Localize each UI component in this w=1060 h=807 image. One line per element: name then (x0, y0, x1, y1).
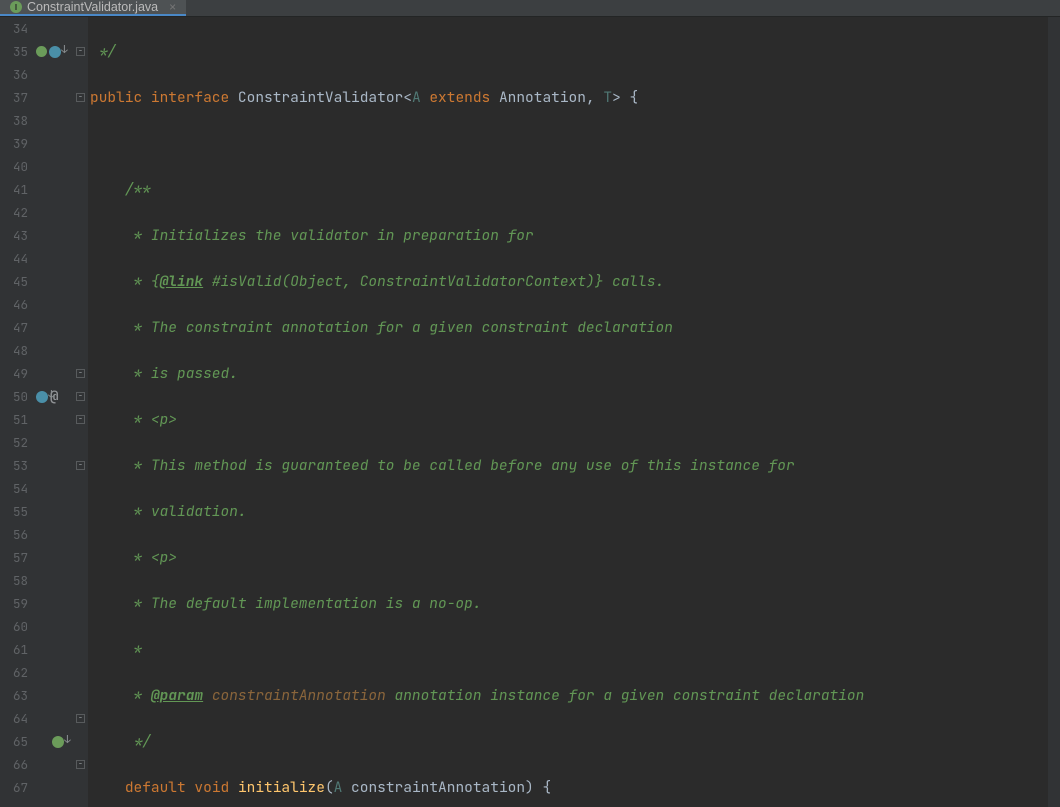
has-implementations-icon (49, 46, 61, 58)
close-icon[interactable]: × (169, 0, 176, 14)
fold-handle[interactable]: − (76, 760, 85, 769)
override-icon (36, 391, 48, 403)
line-number-gutter: 3435363738394041424344454647484950515253… (0, 17, 34, 807)
fold-handle[interactable]: − (76, 47, 85, 56)
fold-handle[interactable]: − (76, 415, 85, 424)
vertical-scrollbar[interactable] (1048, 17, 1060, 807)
implemented-icon (52, 736, 64, 748)
interface-icon (36, 46, 47, 57)
gutter-marks: @ (34, 17, 74, 807)
fold-gutter: − − − − − − − − (74, 17, 88, 807)
ide-root: I ConstraintValidator.java × 34353637383… (0, 0, 1060, 807)
tab-filename: ConstraintValidator.java (27, 0, 158, 14)
code-content[interactable]: */ public interface ConstraintValidator<… (88, 17, 1048, 807)
editor-area: 3435363738394041424344454647484950515253… (0, 17, 1060, 807)
fold-handle[interactable]: − (76, 392, 85, 401)
fold-handle[interactable]: − (76, 369, 85, 378)
fold-handle[interactable]: − (76, 714, 85, 723)
file-tab[interactable]: I ConstraintValidator.java × (0, 0, 186, 16)
fold-handle[interactable]: − (76, 93, 85, 102)
tab-bar: I ConstraintValidator.java × (0, 0, 1060, 17)
method-gutter-mark-initialize[interactable]: @ (36, 385, 72, 408)
fold-handle[interactable]: − (76, 461, 85, 470)
class-gutter-mark[interactable] (36, 40, 72, 63)
java-interface-icon: I (10, 1, 22, 13)
